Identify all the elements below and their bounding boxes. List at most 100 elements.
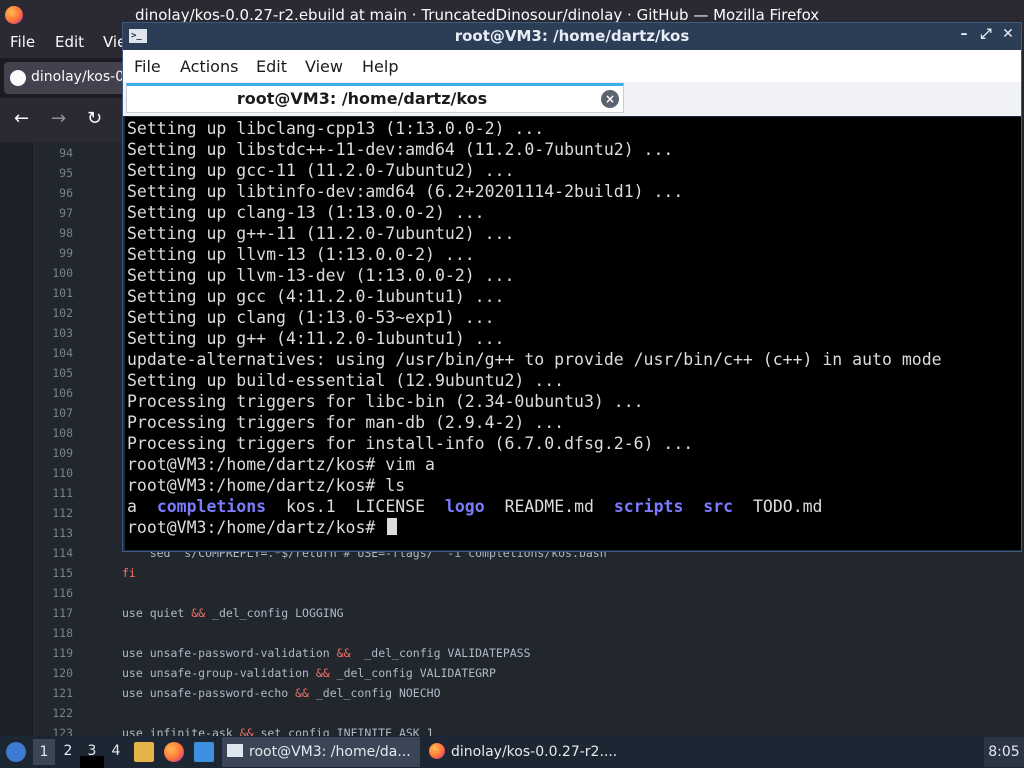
line-number[interactable]: 101 <box>35 286 73 300</box>
firefox-navbar: ← → ↻ <box>0 98 130 142</box>
taskbar-task-firefox[interactable]: dinolay/kos-0.0.27-r2.... <box>424 737 618 767</box>
line-number[interactable]: 112 <box>35 506 73 520</box>
code-line: 116 <box>35 586 1020 606</box>
terminal-line: Setting up gcc-11 (11.2.0-7ubuntu2) ... <box>127 161 515 180</box>
code-line: 119 use unsafe-password-validation && _de… <box>35 646 1020 666</box>
code-line: 117 use quiet && _del_config LOGGING <box>35 606 1020 626</box>
code-keyword: && <box>315 666 330 680</box>
forward-arrow-icon[interactable]: → <box>51 108 66 129</box>
line-number[interactable]: 102 <box>35 306 73 320</box>
line-number[interactable]: 107 <box>35 406 73 420</box>
terminal-menu-help[interactable]: Help <box>362 57 398 76</box>
workspace-2[interactable]: 2 <box>57 743 79 763</box>
tab-close-icon[interactable]: × <box>601 90 619 108</box>
line-number[interactable]: 106 <box>35 386 73 400</box>
line-number[interactable]: 94 <box>35 146 73 160</box>
terminal-titlebar[interactable]: >_ root@VM3: /home/dartz/kos – ⤢ ✕ <box>123 23 1021 50</box>
code-segment: _del_config VALIDATEGRP <box>329 666 496 680</box>
line-number[interactable]: 111 <box>35 486 73 500</box>
terminal-menu-edit[interactable]: Edit <box>256 57 287 76</box>
workspace-1[interactable]: 1 <box>33 739 55 765</box>
back-arrow-icon[interactable]: ← <box>14 108 29 129</box>
line-number[interactable]: 96 <box>35 186 73 200</box>
line-number[interactable]: 108 <box>35 426 73 440</box>
code-line: 122 <box>35 706 1020 726</box>
terminal-window-title: root@VM3: /home/dartz/kos <box>454 27 690 45</box>
code-gutter <box>0 142 35 736</box>
terminal-line: Setting up build-essential (12.9ubuntu2)… <box>127 371 565 390</box>
line-number[interactable]: 100 <box>35 266 73 280</box>
line-number[interactable]: 99 <box>35 246 73 260</box>
terminal-window[interactable]: >_ root@VM3: /home/dartz/kos – ⤢ ✕ File … <box>122 22 1022 552</box>
firefox-icon <box>5 6 23 24</box>
terminal-screen[interactable]: Setting up libclang-cpp13 (1:13.0.0-2) .… <box>125 117 1021 550</box>
line-number[interactable]: 109 <box>35 446 73 460</box>
line-number[interactable]: 104 <box>35 346 73 360</box>
terminal-line: Setting up gcc (4:11.2.0-1ubuntu1) ... <box>127 287 505 306</box>
minimize-icon[interactable]: – <box>956 26 972 42</box>
ls-file-entry: LICENSE <box>355 497 426 516</box>
line-number[interactable]: 95 <box>35 166 73 180</box>
terminal-menu-file[interactable]: File <box>134 57 161 76</box>
code-text: use unsafe-password-echo && _del_config … <box>122 686 441 700</box>
ls-directory-entry: scripts <box>613 497 684 516</box>
line-number[interactable]: 122 <box>35 706 73 720</box>
terminal-menubar: File Actions Edit View Help <box>123 50 1021 82</box>
code-segment: _del_config NOECHO <box>308 686 441 700</box>
taskbar: 1 2 3 4 root@VM3: /home/da... dinolay/ko… <box>0 736 1024 768</box>
ls-directory-entry: src <box>703 497 734 516</box>
desktop: dinolay/kos-0.0.27-r2.ebuild at main · T… <box>0 0 1024 768</box>
line-number[interactable]: 105 <box>35 366 73 380</box>
terminal-task-icon <box>227 744 243 757</box>
taskbar-black-block <box>80 756 104 768</box>
terminal-tab-title: root@VM3: /home/dartz/kos <box>236 89 488 108</box>
firefox-launcher-icon[interactable] <box>164 742 184 762</box>
terminal-line: Setting up libtinfo-dev:amd64 (6.2+20201… <box>127 182 684 201</box>
line-number[interactable]: 117 <box>35 606 73 620</box>
terminal-menu-actions[interactable]: Actions <box>180 57 238 76</box>
line-number[interactable]: 103 <box>35 326 73 340</box>
line-number[interactable]: 114 <box>35 546 73 560</box>
code-segment: use unsafe-password-echo <box>122 686 296 700</box>
maximize-icon[interactable]: ⤢ <box>978 26 994 42</box>
terminal-menu-view[interactable]: View <box>305 57 343 76</box>
line-number[interactable]: 110 <box>35 466 73 480</box>
line-number[interactable]: 119 <box>35 646 73 660</box>
firefox-task-icon <box>429 743 445 759</box>
firefox-menu-edit[interactable]: Edit <box>55 33 84 51</box>
workspace-4[interactable]: 4 <box>105 743 127 763</box>
taskbar-task-terminal-label: root@VM3: /home/da... <box>249 744 411 760</box>
taskbar-task-terminal[interactable]: root@VM3: /home/da... <box>222 737 420 767</box>
code-segment: use unsafe-password-validation <box>122 646 337 660</box>
text-cursor <box>387 518 398 535</box>
terminal-line: Setting up g++-11 (11.2.0-7ubuntu2) ... <box>127 224 515 243</box>
start-menu-icon[interactable] <box>6 742 26 762</box>
line-number[interactable]: 113 <box>35 526 73 540</box>
line-number[interactable]: 120 <box>35 666 73 680</box>
show-desktop-icon[interactable] <box>194 742 214 762</box>
line-number[interactable]: 118 <box>35 626 73 640</box>
line-number[interactable]: 116 <box>35 586 73 600</box>
code-text: use quiet && _del_config LOGGING <box>122 606 344 620</box>
reload-icon[interactable]: ↻ <box>87 108 102 129</box>
ls-file-entry: TODO.md <box>752 497 823 516</box>
close-icon[interactable]: ✕ <box>1000 26 1016 42</box>
line-number[interactable]: 115 <box>35 566 73 580</box>
code-segment: _del_config VALIDATEPASS <box>350 646 531 660</box>
file-manager-icon[interactable] <box>134 742 154 762</box>
ls-file-entry: README.md <box>504 497 594 516</box>
firefox-menubar: File Edit Vie <box>0 30 130 58</box>
terminal-prompt-line[interactable]: root@VM3:/home/dartz/kos# <box>127 517 398 538</box>
firefox-menu-file[interactable]: File <box>10 33 35 51</box>
firefox-tab[interactable]: dinolay/kos-0 <box>4 62 130 94</box>
terminal-line: update-alternatives: using /usr/bin/g++ … <box>127 350 942 369</box>
terminal-line: Processing triggers for libc-bin (2.34-0… <box>127 392 644 411</box>
ls-directory-entry: logo <box>444 497 485 516</box>
line-number[interactable]: 121 <box>35 686 73 700</box>
clock[interactable]: 8:05 <box>984 737 1024 767</box>
terminal-line: Processing triggers for man-db (2.9.4-2)… <box>127 413 565 432</box>
line-number[interactable]: 97 <box>35 206 73 220</box>
github-icon <box>10 70 26 86</box>
terminal-tab[interactable]: root@VM3: /home/dartz/kos × <box>126 83 624 113</box>
line-number[interactable]: 98 <box>35 226 73 240</box>
